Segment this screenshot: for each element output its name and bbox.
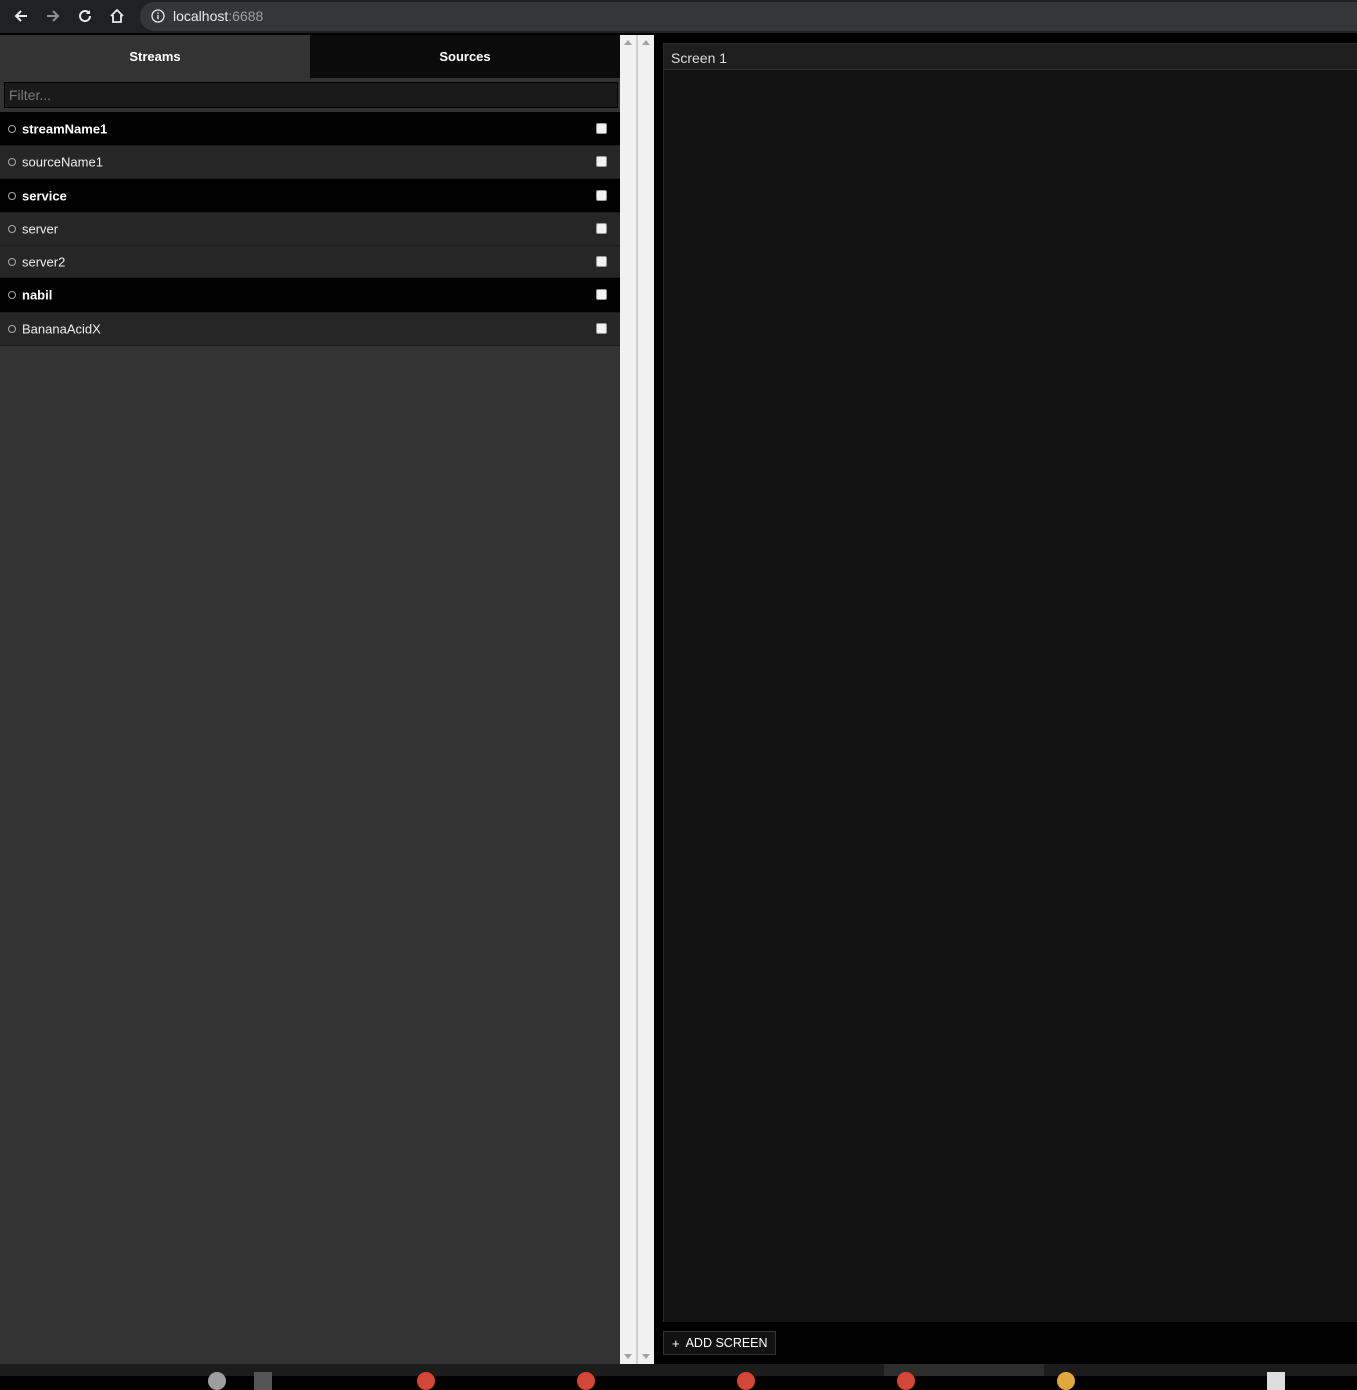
tab-streams[interactable]: Streams [0,35,310,78]
taskbar-chrome-icon[interactable] [737,1372,755,1390]
taskbar-chrome-icon[interactable] [577,1372,595,1390]
status-circle-icon [8,291,16,299]
status-circle-icon [8,124,16,133]
list-item-label: nabil [22,287,53,303]
status-circle-icon [8,225,16,233]
add-screen-button[interactable]: + ADD SCREEN [663,1331,776,1355]
list-item[interactable]: server2 [0,246,620,278]
list-item-checkbox[interactable] [596,156,607,167]
screen-panel[interactable]: Screen 1 [663,43,1357,1322]
list-item-checkbox[interactable] [596,122,607,134]
screen-header: Screen 1 [664,44,1357,70]
list-item-checkbox[interactable] [596,223,607,234]
url-port: :6688 [228,8,264,24]
scroll-up-arrow-icon[interactable] [624,40,632,45]
list-item[interactable]: server [0,213,620,246]
list-item[interactable]: sourceName1 [0,146,620,179]
home-button[interactable] [106,5,128,27]
reload-icon [79,10,92,23]
list-item-checkbox[interactable] [596,189,607,201]
list-item[interactable]: nabil [0,278,620,313]
list-item[interactable]: streamName1 [0,112,620,146]
scroll-down-arrow-icon[interactable] [624,1354,632,1359]
url-host: localhost [173,8,229,24]
filter-input[interactable] [4,82,618,108]
list-item-checkbox[interactable] [596,323,607,334]
scroll-down-arrow-icon[interactable] [642,1354,650,1359]
list-item[interactable]: service [0,179,620,213]
taskbar-chrome-icon[interactable] [897,1372,915,1390]
list-item-checkbox[interactable] [596,255,607,267]
taskbar-chrome-icon[interactable] [417,1372,435,1390]
list-item-label: server2 [22,254,66,269]
plus-icon: + [672,1335,680,1351]
status-circle-icon [8,257,16,266]
taskbar-notepad-icon[interactable] [1267,1372,1285,1390]
main-area: Screen 1 + ADD SCREEN [656,35,1357,1364]
left-panel: Streams Sources streamName1 sourceName1 … [0,35,620,1364]
taskbar-app-icon[interactable] [254,1372,272,1390]
taskbar-search-icon[interactable] [208,1372,226,1390]
list-item-label: sourceName1 [22,154,103,170]
taskbar [0,1364,1357,1390]
forward-arrow-icon [47,10,60,22]
back-arrow-icon [14,10,27,22]
url-text: localhost:6688 [173,8,263,24]
left-panel-scrollbar[interactable] [620,35,636,1364]
screen-title: Screen 1 [671,50,728,66]
scroll-up-arrow-icon[interactable] [642,40,650,45]
stream-list: streamName1 sourceName1 service server s… [0,112,620,346]
tab-sources[interactable]: Sources [310,35,620,78]
forward-button[interactable] [42,5,64,27]
browser-toolbar: localhost:6688 [0,0,1357,33]
add-screen-label: ADD SCREEN [685,1336,768,1350]
reload-button[interactable] [74,5,96,27]
status-circle-icon [8,191,16,200]
status-circle-icon [8,325,16,333]
status-circle-icon [8,158,16,166]
list-item-label: service [22,188,67,203]
list-item-checkbox[interactable] [596,289,607,300]
panel-tabs: Streams Sources [0,35,620,78]
back-button[interactable] [10,5,32,27]
address-bar[interactable]: localhost:6688 [140,2,1357,31]
home-icon [110,8,124,23]
main-scrollbar[interactable] [638,35,654,1364]
list-item-label: streamName1 [22,121,108,136]
taskbar-folder-icon[interactable] [1057,1372,1075,1390]
info-icon[interactable] [151,9,165,23]
list-item-label: BananaAcidX [22,321,101,337]
list-item-label: server [22,221,59,237]
list-item[interactable]: BananaAcidX [0,313,620,346]
